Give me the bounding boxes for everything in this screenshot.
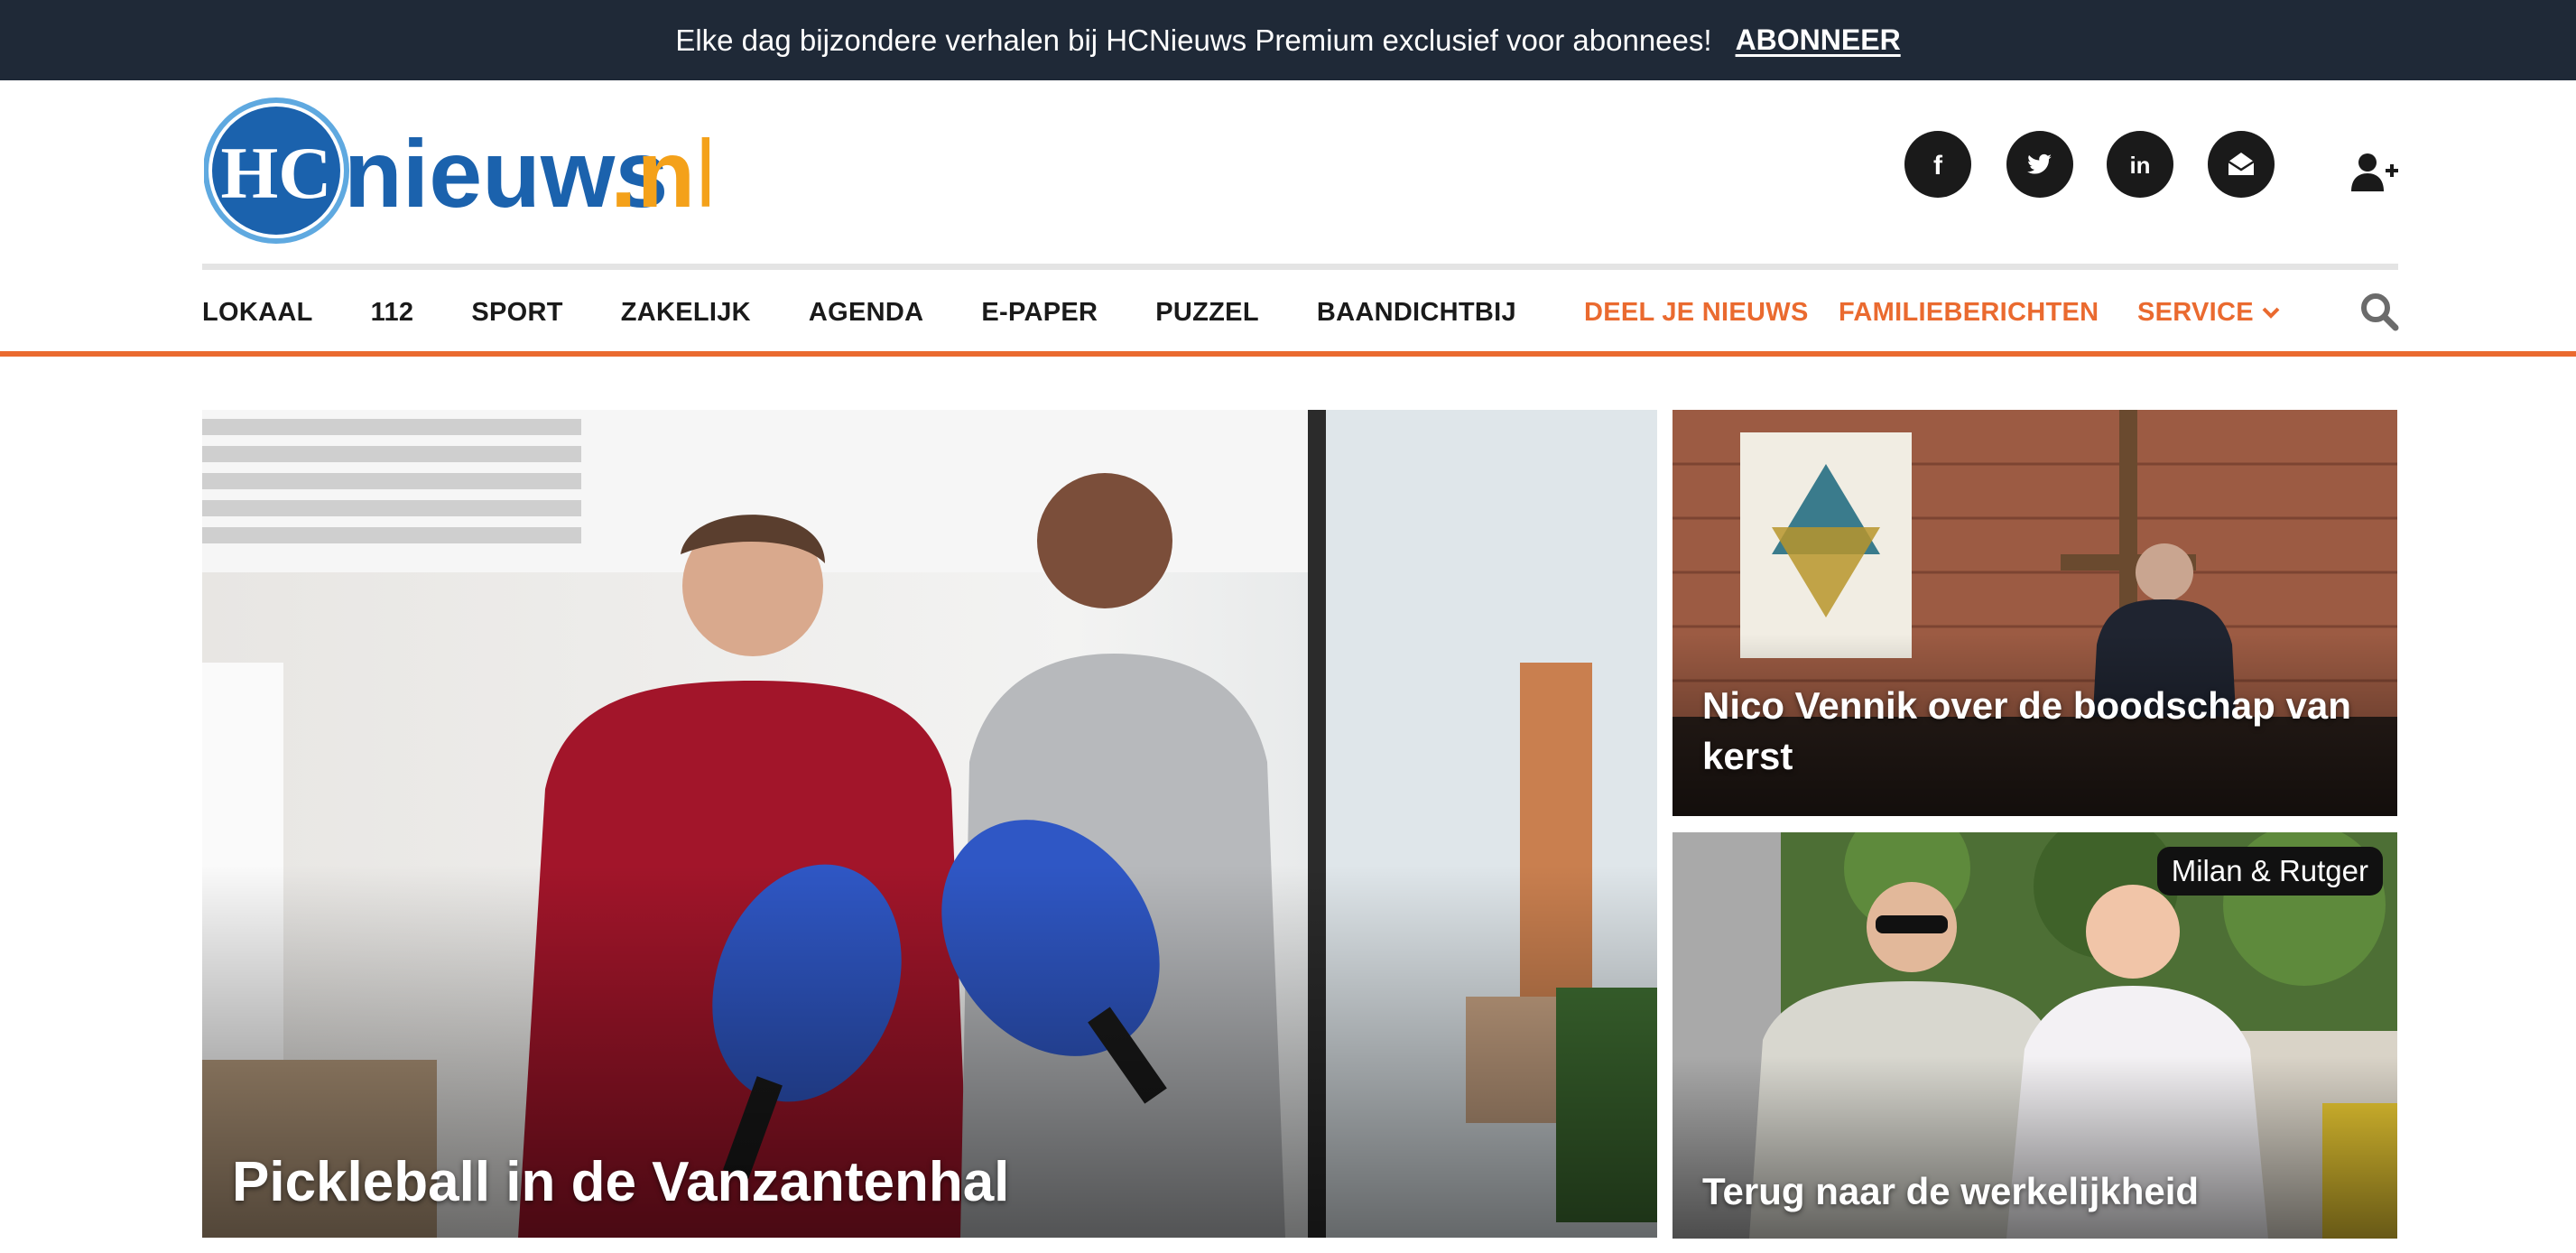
nav-item-service[interactable]: SERVICE (2137, 287, 2281, 338)
promo-text: Elke dag bijzondere verhalen bij HCNieuw… (675, 23, 1712, 57)
nav-item-agenda[interactable]: AGENDA (809, 298, 923, 328)
user-plus-icon[interactable] (2351, 152, 2398, 193)
nav-item-familieberichten[interactable]: FAMILIEBERICHTEN (1839, 287, 2099, 338)
header-divider (202, 264, 2398, 270)
search-icon[interactable] (2359, 292, 2399, 331)
linkedin-button[interactable]: in (2107, 131, 2173, 198)
nav-label-familieberichten: FAMILIEBERICHTEN (1839, 297, 2099, 327)
envelope-open-icon (2228, 153, 2255, 175)
logo-mark: HC (221, 132, 332, 214)
facebook-icon: f (1933, 151, 1943, 181)
nav-label-deel-je-nieuws: DEEL JE NIEUWS (1584, 297, 1809, 327)
svg-text:in: in (2129, 152, 2150, 179)
twitter-button[interactable] (2006, 131, 2073, 198)
svg-text:f: f (1933, 151, 1943, 181)
promo-bar: Elke dag bijzondere verhalen bij HCNieuw… (0, 0, 2576, 80)
twitter-icon (2027, 153, 2052, 174)
nav-item-deel-je-nieuws[interactable]: DEEL JE NIEUWS (1584, 287, 1809, 338)
nav-item-lokaal[interactable]: LOKAAL (202, 298, 313, 328)
subscribe-link[interactable]: ABONNEER (1736, 23, 1901, 57)
facebook-button[interactable]: f (1904, 131, 1971, 198)
nav-item-e-paper[interactable]: E-PAPER (981, 298, 1098, 328)
chevron-down-icon (2262, 307, 2280, 319)
nav-item-baandichtbij[interactable]: BAANDICHTBIJ (1317, 298, 1516, 328)
linkedin-icon: in (2129, 152, 2150, 179)
nav-item-puzzel[interactable]: PUZZEL (1155, 298, 1259, 328)
main-nav: LOKAAL 112 SPORT ZAKELIJK AGENDA E-PAPER… (202, 287, 1574, 338)
logo-tld: .nl (610, 121, 709, 227)
side-article-card-bottom[interactable]: Milan & Rutger Terug naar de werkelijkhe… (1673, 832, 2397, 1239)
side-article-title-top[interactable]: Nico Vennik over de boodschap van kerst (1702, 681, 2370, 782)
side-article-title-bottom[interactable]: Terug naar de werkelijkheid (1702, 1170, 2199, 1213)
main-article-title[interactable]: Pickleball in de Vanzantenhal (232, 1150, 1009, 1214)
side-article-card-top[interactable]: Nico Vennik over de boodschap van kerst (1673, 410, 2397, 816)
main-article-card[interactable]: Pickleball in de Vanzantenhal (202, 410, 1657, 1238)
nav-item-sport[interactable]: SPORT (471, 298, 562, 328)
nav-label-service: SERVICE (2137, 297, 2254, 327)
nav-item-112[interactable]: 112 (371, 298, 414, 328)
article-tag-badge: Milan & Rutger (2156, 847, 2383, 896)
newsletter-button[interactable] (2208, 131, 2275, 198)
nav-item-zakelijk[interactable]: ZAKELIJK (621, 298, 751, 328)
site-logo[interactable]: HC nieuws .nl (204, 97, 709, 245)
nav-accent-rule (0, 351, 2576, 357)
